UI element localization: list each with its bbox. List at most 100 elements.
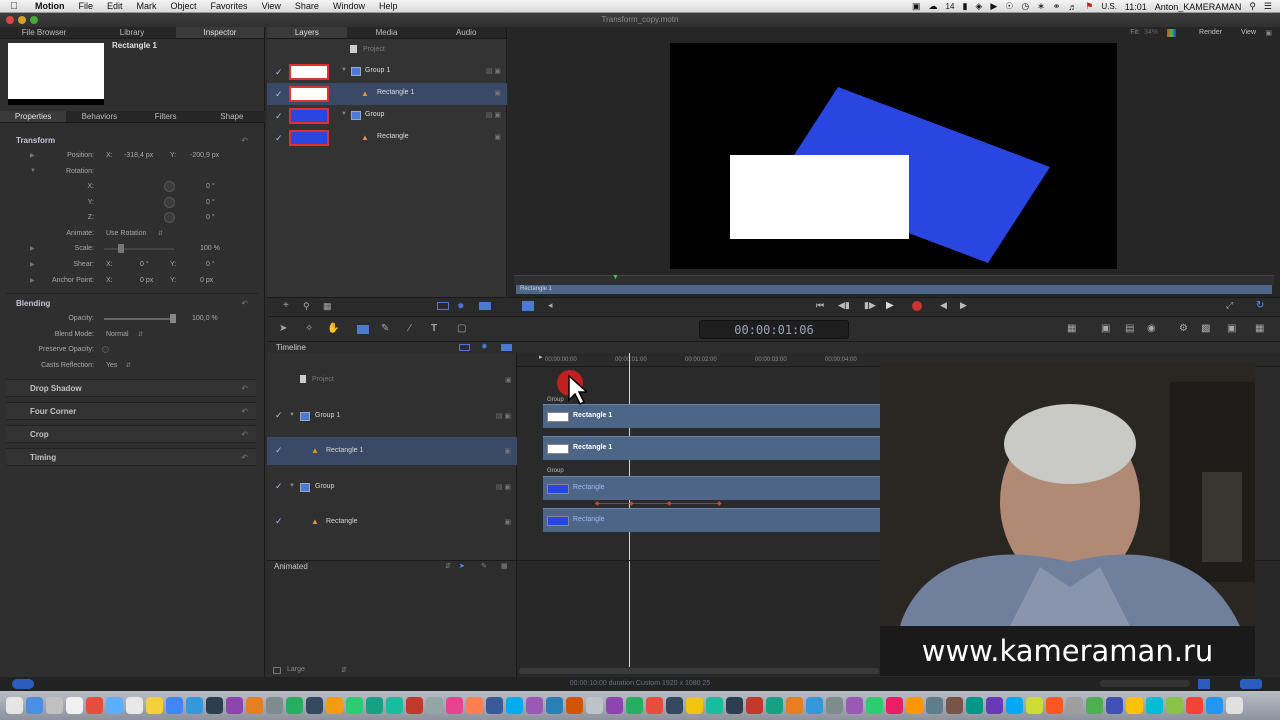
timecode-display[interactable]: 00:00:01:06	[699, 320, 849, 339]
dock-app-icon[interactable]	[66, 697, 83, 714]
thumbnail-size-chevron-icon[interactable]: ⇵	[341, 666, 347, 674]
next-frame-icon[interactable]: ▮▶	[864, 300, 876, 311]
keyframe-marker-icon[interactable]: ◆	[717, 500, 722, 507]
menu-app[interactable]: Motion	[28, 1, 72, 11]
position-y-field[interactable]: -200,9 px	[190, 152, 219, 159]
menu-help[interactable]: Help	[372, 1, 405, 11]
horizontal-scrollbar[interactable]	[519, 668, 879, 674]
menu-object[interactable]: Object	[164, 1, 204, 11]
opacity-field[interactable]: 100,0 %	[192, 315, 218, 322]
disclosure-triangle-icon[interactable]: ▼	[289, 483, 295, 489]
menu-favorites[interactable]: Favorites	[204, 1, 255, 11]
tab-inspector[interactable]: Inspector	[176, 27, 264, 38]
tab-behaviors[interactable]: Behaviors	[66, 111, 132, 122]
animation-mode-popup[interactable]: Animated	[274, 562, 308, 571]
timeline-enable-checkbox[interactable]: ✓	[275, 410, 283, 421]
tab-audio[interactable]: Audio	[426, 27, 506, 38]
rotation-y-field[interactable]: 0 °	[206, 199, 215, 206]
dock-app-icon[interactable]	[206, 697, 223, 714]
timeline-zoom-icon[interactable]	[1198, 679, 1210, 689]
white-rectangle-shape[interactable]	[730, 155, 909, 239]
make-particles-icon[interactable]: ▣	[1227, 323, 1236, 334]
adjust-tool-icon[interactable]: ✧	[305, 323, 313, 334]
dock-app-icon[interactable]	[646, 697, 663, 714]
dock-app-icon[interactable]	[166, 697, 183, 714]
dock-app-icon[interactable]	[446, 697, 463, 714]
dock-app-icon[interactable]	[566, 697, 583, 714]
blending-heading[interactable]: Blending	[16, 299, 50, 308]
next-keyframe-icon[interactable]: ▶	[960, 300, 967, 311]
fit-zoom-value[interactable]: 34%	[1144, 29, 1158, 36]
anchor-x-field[interactable]: 0 px	[140, 277, 153, 284]
dock-app-icon[interactable]	[226, 697, 243, 714]
weather-status-icon[interactable]: ☁	[929, 1, 938, 12]
rotation-z-dial[interactable]	[164, 212, 175, 223]
play-icon[interactable]: ▶	[886, 300, 894, 311]
crop-section[interactable]: Crop	[6, 425, 256, 443]
transform-heading[interactable]: Transform	[16, 136, 55, 145]
dock-app-icon[interactable]	[626, 697, 643, 714]
dock-app-icon[interactable]	[786, 697, 803, 714]
layer-row-group[interactable]: ✓ ▼ Group ▤ ▣	[267, 105, 507, 127]
notification-icon[interactable]: ☰	[1264, 1, 1272, 12]
hud-icon[interactable]: ▦	[1255, 323, 1264, 334]
zoom-slider[interactable]	[1100, 680, 1190, 687]
keyframe-marker-icon[interactable]: ◆	[667, 500, 672, 507]
close-window-icon[interactable]	[6, 16, 14, 24]
flag-icon[interactable]: ⚑	[1085, 1, 1093, 12]
timeline-row-rectangle-1[interactable]: ✓ ▲ Rectangle 1 ▣	[267, 437, 517, 465]
play-status-icon[interactable]: ▶	[990, 1, 997, 12]
sync-status-icon[interactable]: ☉	[1005, 1, 1013, 12]
sync-icon[interactable]: ↻	[1256, 300, 1264, 311]
settings-icon[interactable]: ✹	[457, 301, 465, 312]
shear-y-field[interactable]: 0 °	[206, 261, 215, 268]
dock-app-icon[interactable]	[826, 697, 843, 714]
animation-mode-chevron-icon[interactable]: ⇵	[445, 562, 451, 570]
dock-app-icon[interactable]	[926, 697, 943, 714]
opacity-slider-track[interactable]	[104, 318, 174, 320]
dock-app-icon[interactable]	[346, 697, 363, 714]
blend-mode-chevron-icon[interactable]: ⇵	[138, 331, 143, 338]
timeline-settings-icon[interactable]: ✹	[481, 342, 488, 351]
disclosure-triangle-icon[interactable]: ▼	[289, 412, 295, 418]
scale-slider-thumb[interactable]	[118, 244, 124, 253]
four-corner-reset-icon[interactable]: ↶	[241, 407, 248, 416]
transform-reset-icon[interactable]: ↶	[241, 136, 248, 145]
add-layer-icon[interactable]: +	[283, 300, 289, 311]
rectangle-tool-icon[interactable]	[357, 325, 369, 334]
layer-row-rectangle-1[interactable]: ✓ ▲ Rectangle 1 ▣	[267, 83, 507, 105]
opacity-slider-thumb[interactable]	[170, 314, 176, 323]
layer-row-group-1[interactable]: ✓ ▼ Group 1 ▤ ▣	[267, 61, 507, 83]
replicate-icon[interactable]: ▩	[1201, 323, 1210, 334]
dock-app-icon[interactable]	[306, 697, 323, 714]
keyboard-layout[interactable]: U.S.	[1101, 2, 1117, 11]
info-toggle-icon[interactable]	[12, 679, 34, 689]
layer-enable-checkbox[interactable]: ✓	[275, 67, 283, 78]
dock-app-icon[interactable]	[906, 697, 923, 714]
dock-app-icon[interactable]	[606, 697, 623, 714]
position-x-field[interactable]: -318,4 px	[124, 152, 153, 159]
timing-section[interactable]: Timing	[6, 448, 256, 466]
lock-icon[interactable]: ▣	[504, 518, 511, 526]
dock-app-icon[interactable]	[1186, 697, 1203, 714]
scale-slider-track[interactable]	[104, 248, 174, 250]
timeline-project-lock-icon[interactable]: ▣	[505, 376, 512, 384]
viewer-layout-icon[interactable]: ▣	[1265, 29, 1272, 37]
dock-app-icon[interactable]	[266, 697, 283, 714]
pen-tool-icon[interactable]: ✎	[481, 562, 487, 570]
dock-app-icon[interactable]	[386, 697, 403, 714]
bezier-tool-icon[interactable]: ✎	[381, 323, 389, 334]
timeline-stack-icon[interactable]	[501, 344, 512, 351]
layer-name[interactable]: Rectangle	[377, 133, 409, 140]
mini-timeline-track[interactable]: Rectangle 1	[516, 285, 1272, 294]
mask-icon[interactable]	[437, 302, 449, 310]
dock-app-icon[interactable]	[406, 697, 423, 714]
camera-icon[interactable]: ▣	[1101, 323, 1110, 334]
dock-app-icon[interactable]	[466, 697, 483, 714]
track-rectangle[interactable]: Rectangle	[543, 508, 893, 532]
zoom-window-icon[interactable]	[30, 16, 38, 24]
rotation-y-dial[interactable]	[164, 197, 175, 208]
layer-enable-checkbox[interactable]: ✓	[275, 89, 283, 100]
layer-row-rectangle[interactable]: ✓ ▲ Rectangle ▣	[267, 127, 507, 149]
search-icon[interactable]: ⚲	[303, 301, 310, 312]
